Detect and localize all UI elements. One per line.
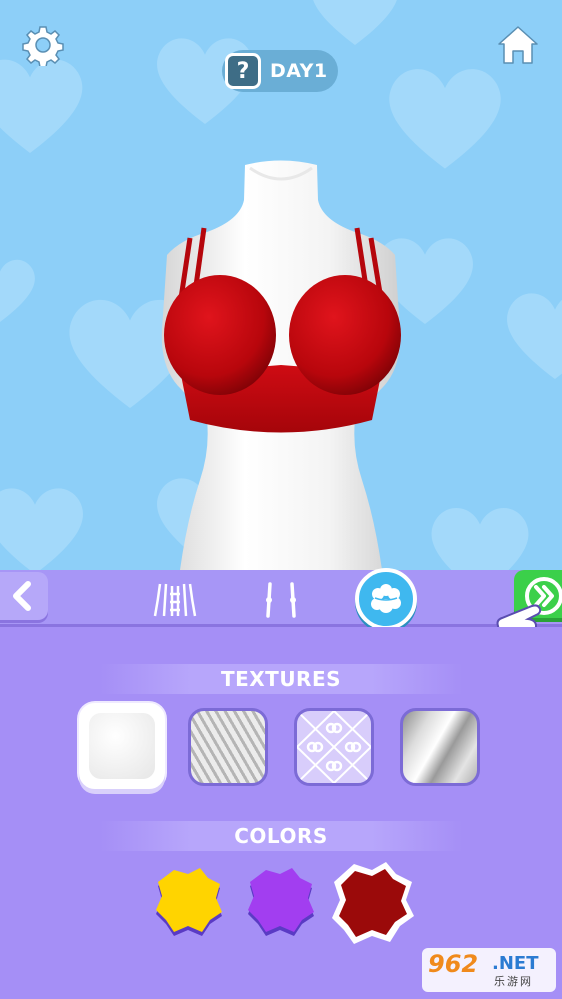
texture-metallic-silver[interactable] [400, 708, 480, 786]
home-button[interactable] [496, 24, 540, 66]
heart-bg-icon [507, 293, 562, 379]
swatch-blob [248, 868, 314, 936]
watermark-suffix: .NET [492, 953, 539, 974]
heart-bg-icon [389, 69, 501, 169]
help-badge: ? [236, 58, 250, 84]
texture-knit-gray[interactable] [188, 708, 268, 786]
colors-title: COLORS [234, 824, 328, 848]
settings-button[interactable] [22, 24, 64, 68]
heart-bg-icon [0, 259, 35, 322]
day-label: DAY1 [270, 60, 328, 82]
tool-texture[interactable] [355, 568, 417, 630]
color-swatch-darkred[interactable] [330, 860, 418, 948]
straps-icon [266, 582, 296, 618]
watermark-logo: 962 .NET 乐游网 [422, 948, 556, 992]
tool-corset[interactable] [152, 580, 198, 620]
textures-title: TEXTURES [220, 667, 342, 691]
gear-icon [22, 26, 64, 68]
day-indicator: ? DAY1 [222, 50, 338, 92]
watermark-number: 962 [428, 950, 479, 978]
help-button[interactable]: ? [225, 53, 261, 89]
mannequin [161, 160, 401, 570]
swatch-blob [156, 868, 222, 936]
texture-pattern-lavender[interactable] [294, 708, 374, 786]
watermark-cn: 乐游网 [494, 975, 533, 988]
pattern-icon [297, 711, 371, 783]
home-icon [498, 26, 538, 64]
color-swatch-purple[interactable] [244, 866, 320, 942]
swatch-blob [332, 862, 414, 944]
chevron-left-icon [13, 581, 31, 611]
back-button[interactable] [0, 572, 48, 620]
tool-straps[interactable] [258, 580, 304, 620]
corset-icon [153, 583, 197, 617]
heart-bg-icon [0, 59, 83, 153]
heart-bg-icon [313, 0, 397, 45]
color-swatch-yellow[interactable] [152, 866, 228, 942]
heart-bg-icon [431, 507, 529, 570]
texture-icon [371, 584, 401, 613]
texture-plain-white[interactable] [79, 703, 165, 789]
heart-bg-icon [0, 488, 83, 570]
